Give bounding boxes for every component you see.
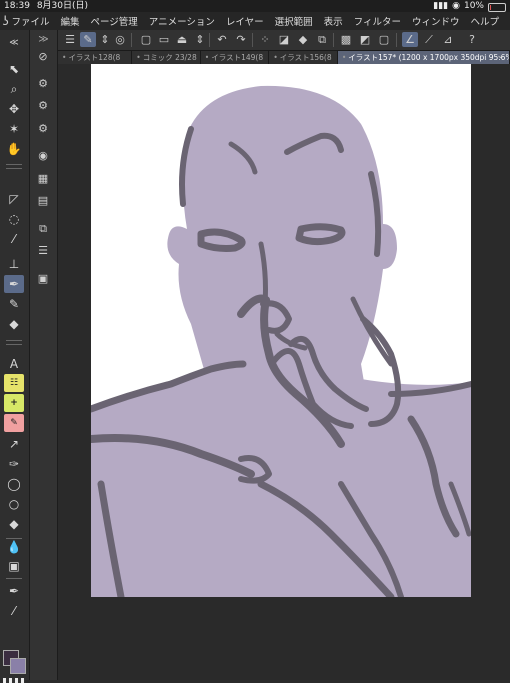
no-entry-icon[interactable]: ⊘ (34, 48, 52, 65)
tab-doc-4[interactable]: • イラスト156(8 (269, 51, 338, 64)
save-icon[interactable]: ⏏ (174, 32, 190, 47)
ruler-icon[interactable]: ↗ (4, 435, 24, 453)
menu-select[interactable]: 選択範囲 (275, 14, 313, 28)
drawing (91, 85, 471, 597)
tab-doc-1[interactable]: • イラスト128(8 (58, 51, 133, 64)
signal-icon: ▮▮▮ (433, 1, 449, 11)
clock: 18:39 (4, 1, 30, 11)
hamburger-icon[interactable]: ☰ (62, 32, 78, 47)
tab-doc-5[interactable]: • イラスト157* (1200 x 1700px 350dpi 95.6%) (337, 51, 510, 64)
menu-bar: ʖ ファイル 編集 ページ管理 アニメーション レイヤー 選択範囲 表示 フィル… (0, 12, 510, 30)
decoration-icon[interactable]: ✒ (4, 582, 24, 600)
menu-page[interactable]: ページ管理 (90, 14, 137, 28)
snap-special-ruler-icon[interactable]: ⟋ (421, 32, 437, 47)
chevron-down-icon[interactable]: ⌄ (496, 51, 504, 61)
zoom-icon[interactable]: ⌕ (4, 80, 24, 98)
open-folder-icon[interactable]: ▭ (156, 32, 172, 47)
sub-tool-palette: ≫ ⊘ ⚙ ⚙ ⚙ ◉ ▦ ▤ ⧉ ☰ ▣ (30, 30, 58, 680)
figure-pen-icon[interactable]: ✑ (4, 455, 24, 473)
marquee-icon[interactable]: ◸ (4, 190, 24, 208)
menu-help[interactable]: ヘルプ (470, 14, 499, 28)
transparent-color-swatch[interactable] (3, 678, 25, 683)
eyedropper-icon[interactable]: ⁄ (4, 230, 24, 248)
menu-window[interactable]: ウィンドウ (412, 14, 460, 28)
deselect-icon[interactable]: ⁘ (257, 32, 273, 47)
sub-color-swatch[interactable] (10, 658, 26, 674)
gradient-icon[interactable]: ▣ (4, 557, 24, 575)
text-tool-icon[interactable]: A (4, 355, 24, 373)
ruler-snap-icon[interactable]: ∠ (402, 32, 418, 47)
brush-stamp-icon[interactable]: ⊥ (4, 255, 24, 273)
blend-icon[interactable]: 💧 (4, 538, 24, 556)
close-icon[interactable]: • (205, 53, 209, 62)
correct-line-icon[interactable]: ✎ (4, 414, 24, 432)
lasso-icon[interactable]: ◌ (4, 210, 24, 228)
menu-edit[interactable]: 編集 (60, 14, 79, 28)
undo-icon[interactable]: ↶ (214, 32, 230, 47)
color-wheel-icon[interactable]: ◉ (34, 147, 52, 164)
eyedropper-icon-2[interactable]: ⁄ (4, 602, 24, 620)
navigator-icon[interactable]: ▣ (34, 270, 52, 287)
chevron-updown-icon-2[interactable]: ⇕ (192, 32, 208, 47)
battery-icon (488, 2, 506, 12)
close-icon[interactable]: • (136, 53, 140, 62)
pencil-icon[interactable]: ✎ (4, 295, 24, 313)
sub-tool-icon-2[interactable]: ⚙ (34, 97, 52, 114)
layers-icon[interactable]: ☰ (34, 242, 52, 259)
tab-doc-3[interactable]: • イラスト149(8 (200, 51, 270, 64)
date: 8月30日(日) (36, 1, 89, 11)
invert-selection-icon[interactable]: ◪ (276, 32, 292, 47)
fill-bucket-icon[interactable]: ◆ (4, 515, 24, 533)
expand-icon[interactable]: ≫ (30, 30, 57, 50)
close-icon[interactable]: • (273, 53, 277, 62)
command-bar: ☰ ✎ ⇕ ◎ ▢ ▭ ⏏ ⇕ ↶ ↷ ⁘ ◪ ◆ ⧉ ▩ ◩ ▢ ∠ ⟋ ⊿ … (0, 30, 510, 51)
layer-op-icon-1[interactable]: ▩ (338, 32, 354, 47)
battery-percent: 10% (463, 1, 484, 11)
eraser-icon[interactable]: ◆ (4, 315, 24, 333)
close-icon[interactable]: • (342, 53, 346, 62)
app-logo-icon[interactable]: ʖ (0, 14, 11, 28)
collapse-icon[interactable]: ≪ (4, 34, 24, 52)
layer-op-icon-2[interactable]: ◩ (357, 32, 373, 47)
operation-tool-icon[interactable]: ⬉ (4, 60, 24, 78)
wifi-icon: ◉ (452, 1, 460, 11)
status-bar: 18:39 8月30日(日) ▮▮▮ ◉ 10% (0, 0, 510, 12)
eye-icon[interactable]: ◎ (112, 32, 128, 47)
move-layer-icon[interactable]: ✥ (4, 100, 24, 118)
color-history-icon[interactable]: ▤ (34, 192, 52, 209)
tool-palette: ≪ ⬉ ⌕ ✥ ✶ ✋ ◸ ◌ ⁄ ⊥ ✒ ✎ ◆ A ☷ + ✎ ↗ ✑ ◯ … (0, 30, 30, 683)
menu-file[interactable]: ファイル (11, 14, 49, 28)
ellipse-icon[interactable]: ○ (4, 495, 24, 513)
frame-border-icon[interactable]: + (4, 394, 24, 412)
menu-filter[interactable]: フィルター (354, 14, 401, 28)
new-file-icon[interactable]: ▢ (138, 32, 154, 47)
sub-tool-icon-1[interactable]: ⚙ (34, 75, 52, 92)
status-right: ▮▮▮ ◉ 10% (433, 0, 506, 12)
menu-layer[interactable]: レイヤー (226, 14, 264, 28)
fill-icon[interactable]: ◆ (295, 32, 311, 47)
menu-view[interactable]: 表示 (324, 14, 343, 28)
quick-access-icon[interactable]: ✎ (80, 32, 96, 47)
balloon-icon[interactable]: ☷ (4, 374, 24, 392)
chevron-updown-icon[interactable]: ⇕ (97, 32, 113, 47)
redo-icon[interactable]: ↷ (233, 32, 249, 47)
layer-property-icon[interactable]: ⧉ (34, 220, 52, 237)
crop-icon[interactable]: ⧉ (314, 32, 330, 47)
tab-doc-2[interactable]: • コミック 23/28 (132, 51, 201, 64)
pen-icon[interactable]: ✒ (4, 275, 24, 293)
menu-animation[interactable]: アニメーション (149, 14, 215, 28)
color-set-icon[interactable]: ▦ (34, 170, 52, 187)
close-icon[interactable]: • (62, 53, 66, 62)
canvas[interactable] (91, 64, 471, 597)
snap-grid-icon[interactable]: ⊿ (440, 32, 456, 47)
help-icon[interactable]: ? (464, 32, 480, 47)
document-tabs: • イラスト128(8 • コミック 23/28 • イラスト149(8 • イラスト1… (58, 51, 510, 64)
status-left: 18:39 8月30日(日) (4, 0, 88, 12)
layer-op-icon-3[interactable]: ▢ (376, 32, 392, 47)
sub-tool-icon-3[interactable]: ⚙ (34, 120, 52, 137)
hand-icon[interactable]: ✋ (4, 140, 24, 158)
auto-select-icon[interactable]: ✶ (4, 120, 24, 138)
lasso-fill-icon[interactable]: ◯ (4, 475, 24, 493)
